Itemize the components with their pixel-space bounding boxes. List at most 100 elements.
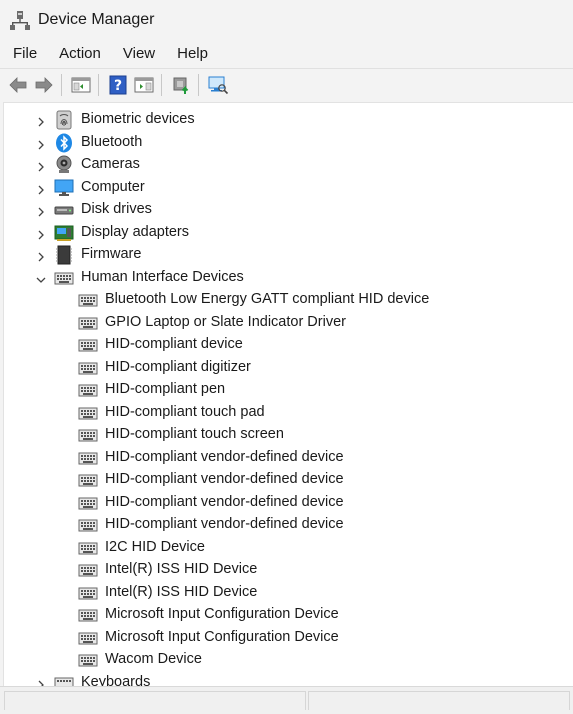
tree-device-item[interactable]: HID-compliant touch pad — [4, 402, 573, 424]
tree-device-item[interactable]: Intel(R) ISS HID Device — [4, 559, 573, 581]
toolbar-separator — [198, 74, 199, 96]
tree-device-label: HID-compliant vendor-defined device — [105, 516, 344, 532]
tree-device-label: Microsoft Input Configuration Device — [105, 606, 339, 622]
hid-keyboard-icon — [78, 650, 98, 670]
tree-category-label: Keyboards — [81, 673, 151, 687]
tree-device-item[interactable]: HID-compliant pen — [4, 379, 573, 401]
menu-help[interactable]: Help — [173, 40, 217, 68]
tree-device-item[interactable]: Intel(R) ISS HID Device — [4, 582, 573, 604]
tree-device-label: HID-compliant digitizer — [105, 358, 251, 375]
tree-device-item[interactable]: HID-compliant vendor-defined device — [4, 469, 573, 491]
hid-keyboard-icon — [78, 448, 98, 468]
hid-keyboard-icon — [78, 493, 98, 513]
tree-device-label: Bluetooth Low Energy GATT compliant HID … — [105, 291, 430, 307]
scan-hardware-changes-button[interactable] — [206, 73, 230, 97]
menu-view[interactable]: View — [119, 40, 164, 68]
disk-drive-icon — [54, 200, 74, 220]
fingerprint-icon — [54, 110, 74, 130]
chevron-right-icon[interactable] — [36, 138, 46, 149]
help-icon: ? — [109, 75, 127, 95]
camera-icon — [54, 155, 74, 175]
tree-device-label: Wacom Device — [105, 651, 202, 667]
chevron-right-icon[interactable] — [36, 250, 46, 262]
hid-keyboard-icon — [78, 335, 98, 355]
tree-device-label: Intel(R) ISS HID Device — [105, 583, 258, 600]
window-title: Device Manager — [38, 11, 155, 28]
device-tree[interactable]: Biometric devices Bluetooth Cameras Compute… — [3, 102, 573, 686]
tree-device-item[interactable]: HID-compliant vendor-defined device — [4, 447, 573, 469]
hid-keyboard-icon — [78, 290, 98, 310]
tree-device-item[interactable]: Bluetooth Low Energy GATT compliant HID … — [4, 289, 573, 311]
menu-action[interactable]: Action — [55, 40, 110, 68]
tree-category-cameras[interactable]: Cameras — [4, 154, 573, 176]
menu-file[interactable]: File — [9, 40, 46, 68]
hid-keyboard-icon — [78, 628, 98, 648]
tree-device-label: Intel(R) ISS HID Device — [105, 561, 258, 577]
tree-device-item[interactable]: Wacom Device — [4, 649, 573, 671]
back-button[interactable] — [6, 73, 30, 97]
scan-hardware-changes-icon — [208, 76, 229, 95]
tree-category-disk-drives[interactable]: Disk drives — [4, 199, 573, 221]
keyboard-icon — [54, 673, 74, 686]
chevron-right-icon[interactable] — [36, 160, 46, 172]
tree-device-item[interactable]: I2C HID Device — [4, 537, 573, 559]
tree-device-label: HID-compliant touch screen — [105, 426, 284, 442]
toolbar-separator — [98, 74, 99, 96]
tree-category-label: Disk drives — [81, 201, 152, 217]
tree-category-label: Computer — [81, 178, 145, 195]
hid-keyboard-icon — [78, 470, 98, 490]
tree-device-item[interactable]: HID-compliant vendor-defined device — [4, 492, 573, 514]
tree-category-label: Display adapters — [81, 223, 189, 240]
tree-device-item[interactable]: HID-compliant touch screen — [4, 424, 573, 446]
tree-category-keyboards[interactable]: Keyboards — [4, 672, 573, 687]
tree-device-item[interactable]: HID-compliant vendor-defined device — [4, 514, 573, 536]
device-manager-icon — [10, 11, 30, 30]
chevron-right-icon[interactable] — [36, 205, 46, 217]
hid-keyboard-icon — [78, 313, 98, 333]
tree-device-label: HID-compliant pen — [105, 381, 226, 397]
status-pane — [4, 691, 306, 710]
tree-device-label: I2C HID Device — [105, 538, 205, 555]
forward-button[interactable] — [32, 73, 56, 97]
tree-category-bluetooth[interactable]: Bluetooth — [4, 132, 573, 154]
tree-device-item[interactable]: HID-compliant device — [4, 334, 573, 356]
action-pane-icon — [134, 77, 154, 93]
chevron-right-icon[interactable] — [36, 678, 46, 686]
tree-category-computer[interactable]: Computer — [4, 177, 573, 199]
back-arrow-icon — [9, 77, 27, 93]
tree-category-label: Biometric devices — [81, 111, 195, 127]
hid-keyboard-icon — [78, 403, 98, 423]
tree-category-biometric-devices[interactable]: Biometric devices — [4, 109, 573, 131]
hid-keyboard-icon — [78, 380, 98, 400]
tree-device-item[interactable]: Microsoft Input Configuration Device — [4, 604, 573, 626]
chevron-down-icon[interactable] — [36, 273, 46, 283]
show-hide-console-tree-icon — [71, 77, 91, 93]
action-pane-button[interactable] — [132, 73, 156, 97]
menu-bar: File Action View Help — [0, 40, 573, 68]
tree-category-firmware[interactable]: Firmware — [4, 244, 573, 266]
show-hide-console-tree-button[interactable] — [69, 73, 93, 97]
hid-keyboard-icon — [78, 538, 98, 558]
tree-device-label: HID-compliant device — [105, 336, 243, 352]
chevron-right-icon[interactable] — [36, 183, 46, 194]
tree-device-label: HID-compliant vendor-defined device — [105, 493, 344, 510]
firmware-chip-icon — [54, 245, 74, 265]
tree-category-human-interface-devices[interactable]: Human Interface Devices — [4, 267, 573, 289]
toolbar: ? — [0, 68, 573, 101]
tree-device-item[interactable]: GPIO Laptop or Slate Indicator Driver — [4, 312, 573, 334]
help-button[interactable]: ? — [106, 73, 130, 97]
tree-device-label: HID-compliant vendor-defined device — [105, 448, 344, 465]
tree-device-label: GPIO Laptop or Slate Indicator Driver — [105, 313, 346, 330]
hid-keyboard-icon — [78, 425, 98, 445]
toolbar-separator — [161, 74, 162, 96]
tree-category-label: Human Interface Devices — [81, 268, 244, 285]
hid-keyboard-icon — [78, 583, 98, 603]
tree-device-item[interactable]: Microsoft Input Configuration Device — [4, 627, 573, 649]
tree-device-item[interactable]: HID-compliant digitizer — [4, 357, 573, 379]
chevron-right-icon[interactable] — [36, 115, 46, 127]
chevron-right-icon[interactable] — [36, 228, 46, 239]
status-pane — [308, 691, 570, 710]
tree-device-label: HID-compliant touch pad — [105, 403, 265, 420]
update-driver-button[interactable] — [169, 73, 193, 97]
tree-category-display-adapters[interactable]: Display adapters — [4, 222, 573, 244]
